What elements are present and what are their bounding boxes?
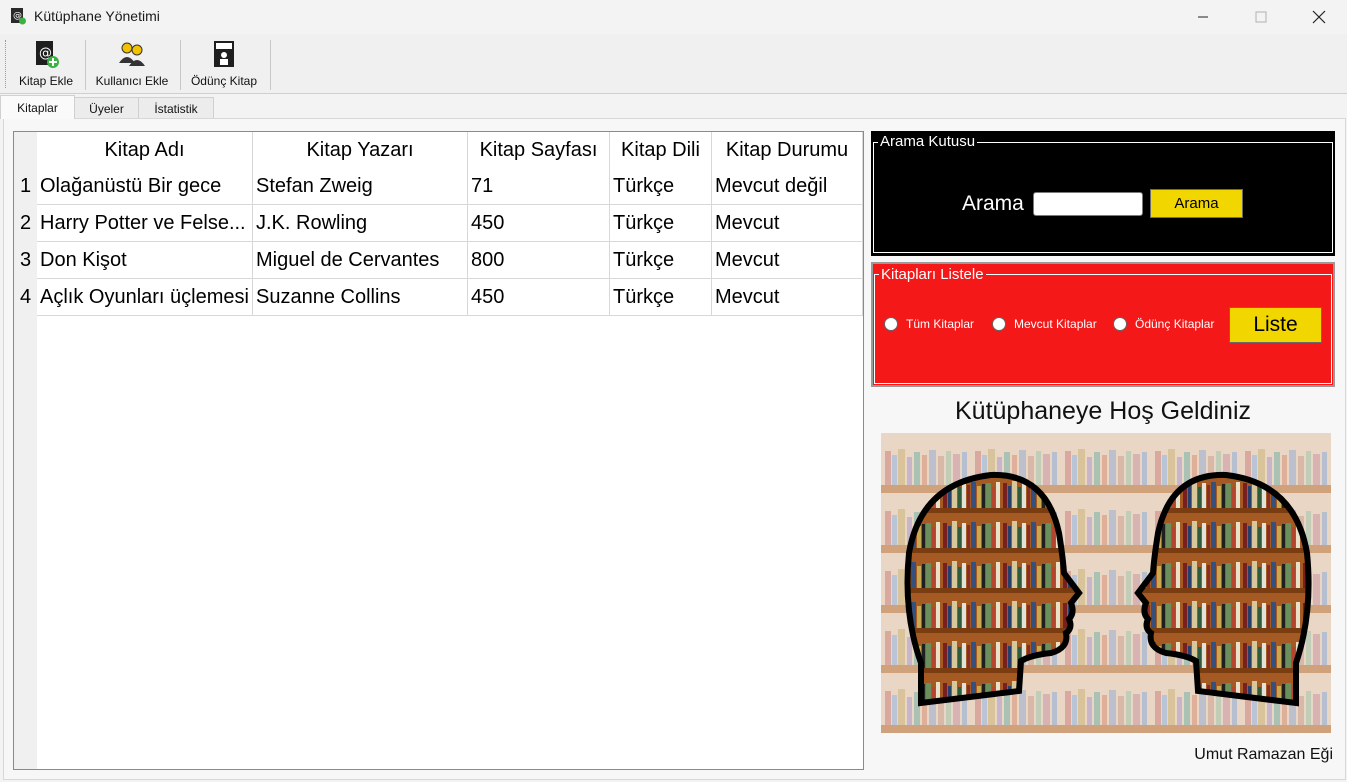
radio-all-books[interactable]: Tüm Kitaplar xyxy=(884,317,974,331)
column-header-kitap-yazari[interactable]: Kitap Yazarı xyxy=(253,132,468,168)
cell-book-title[interactable]: Açlık Oyunları üçlemesi xyxy=(37,279,253,316)
cell-book-pages[interactable]: 800 xyxy=(468,242,610,279)
maximize-icon xyxy=(1255,11,1267,23)
search-input[interactable] xyxy=(1033,192,1143,216)
cell-book-author[interactable]: Miguel de Cervantes xyxy=(253,242,468,279)
author-credit: Umut Ramazan Eği xyxy=(1194,746,1333,763)
minimize-button[interactable] xyxy=(1174,0,1232,34)
tab-uyeler[interactable]: Üyeler xyxy=(74,97,139,119)
list-group-title: Kitapları Listele xyxy=(879,266,986,283)
app-icon: @ xyxy=(11,8,26,25)
cell-book-author[interactable]: J.K. Rowling xyxy=(253,205,468,242)
search-button[interactable]: Arama xyxy=(1150,189,1243,218)
toolbar-separator xyxy=(180,40,181,90)
cell-book-language[interactable]: Türkçe xyxy=(610,279,712,316)
cell-book-status[interactable]: Mevcut xyxy=(712,205,863,242)
cell-book-pages[interactable]: 450 xyxy=(468,279,610,316)
close-button[interactable] xyxy=(1290,0,1347,34)
column-header-kitap-adi[interactable]: Kitap Adı xyxy=(37,132,253,168)
radio-available-books-label: Mevcut Kitaplar xyxy=(1014,317,1097,331)
maximize-button[interactable] xyxy=(1232,0,1290,34)
cell-book-language[interactable]: Türkçe xyxy=(610,205,712,242)
column-header-kitap-sayfasi[interactable]: Kitap Sayfası xyxy=(468,132,610,168)
cell-book-title[interactable]: Don Kişot xyxy=(37,242,253,279)
cell-book-title[interactable]: Olağanüstü Bir gece xyxy=(37,168,253,205)
radio-lent-books[interactable]: Ödünç Kitaplar xyxy=(1113,317,1214,331)
toolbar-grip[interactable] xyxy=(5,40,8,88)
column-header-kitap-durumu[interactable]: Kitap Durumu xyxy=(712,132,863,168)
row-header[interactable]: 4 xyxy=(14,279,37,316)
radio-circle[interactable] xyxy=(884,317,898,331)
row-header[interactable]: 1 xyxy=(14,168,37,205)
add-user-button[interactable]: Kullanıcı Ekle xyxy=(90,37,174,91)
cell-book-author[interactable]: Stefan Zweig xyxy=(253,168,468,205)
list-button[interactable]: Liste xyxy=(1229,307,1322,343)
tab-strip: Kitaplar Üyeler İstatistik xyxy=(0,95,1347,119)
row-header[interactable]: 2 xyxy=(14,205,37,242)
window-title: Kütüphane Yönetimi xyxy=(34,8,160,24)
cell-book-pages[interactable]: 71 xyxy=(468,168,610,205)
search-groupbox: Arama Kutusu Arama Arama xyxy=(871,131,1335,256)
add-book-icon: @ xyxy=(36,41,59,68)
lend-book-button[interactable]: Ödünç Kitap xyxy=(186,37,262,91)
radio-available-books[interactable]: Mevcut Kitaplar xyxy=(992,317,1097,331)
users-icon xyxy=(119,42,145,66)
tab-istatistik[interactable]: İstatistik xyxy=(138,97,214,119)
cell-book-status[interactable]: Mevcut xyxy=(712,242,863,279)
radio-all-books-label: Tüm Kitaplar xyxy=(906,317,975,331)
list-books-groupbox: Kitapları Listele Tüm Kitaplar Mevcut Ki… xyxy=(871,262,1335,387)
toolbar-separator xyxy=(85,40,86,90)
table-empty-area xyxy=(37,314,863,769)
close-icon xyxy=(1312,10,1326,24)
library-heads-image xyxy=(881,433,1331,733)
cell-book-title[interactable]: Harry Potter ve Felse... xyxy=(37,205,253,242)
add-book-label: Kitap Ekle xyxy=(18,74,74,88)
search-group-title: Arama Kutusu xyxy=(878,133,978,150)
column-header-kitap-dili[interactable]: Kitap Dili xyxy=(610,132,712,168)
minimize-icon xyxy=(1198,16,1208,18)
tab-kitaplar[interactable]: Kitaplar xyxy=(0,95,75,119)
cell-book-language[interactable]: Türkçe xyxy=(610,242,712,279)
cell-book-pages[interactable]: 450 xyxy=(468,205,610,242)
title-bar: @ Kütüphane Yönetimi xyxy=(0,0,1347,34)
toolbar: @ Kitap Ekle Kullanıcı Ekle Ödünç Kitap xyxy=(0,34,1347,94)
lend-book-icon xyxy=(214,41,234,67)
search-label: Arama xyxy=(962,192,1024,215)
cell-book-language[interactable]: Türkçe xyxy=(610,168,712,205)
cell-book-status[interactable]: Mevcut değil xyxy=(712,168,863,205)
cell-book-status[interactable]: Mevcut xyxy=(712,279,863,316)
welcome-heading: Kütüphaneye Hoş Geldiniz xyxy=(954,397,1252,425)
radio-circle[interactable] xyxy=(1113,317,1127,331)
radio-lent-books-label: Ödünç Kitaplar xyxy=(1135,317,1215,331)
lend-book-label: Ödünç Kitap xyxy=(190,74,258,88)
add-user-label: Kullanıcı Ekle xyxy=(95,74,169,88)
add-book-button[interactable]: @ Kitap Ekle xyxy=(14,37,78,91)
toolbar-separator xyxy=(270,40,271,90)
radio-circle[interactable] xyxy=(992,317,1006,331)
books-table[interactable]: Kitap Adı Kitap Yazarı Kitap Sayfası Kit… xyxy=(13,131,864,770)
cell-book-author[interactable]: Suzanne Collins xyxy=(253,279,468,316)
row-header[interactable]: 3 xyxy=(14,242,37,279)
